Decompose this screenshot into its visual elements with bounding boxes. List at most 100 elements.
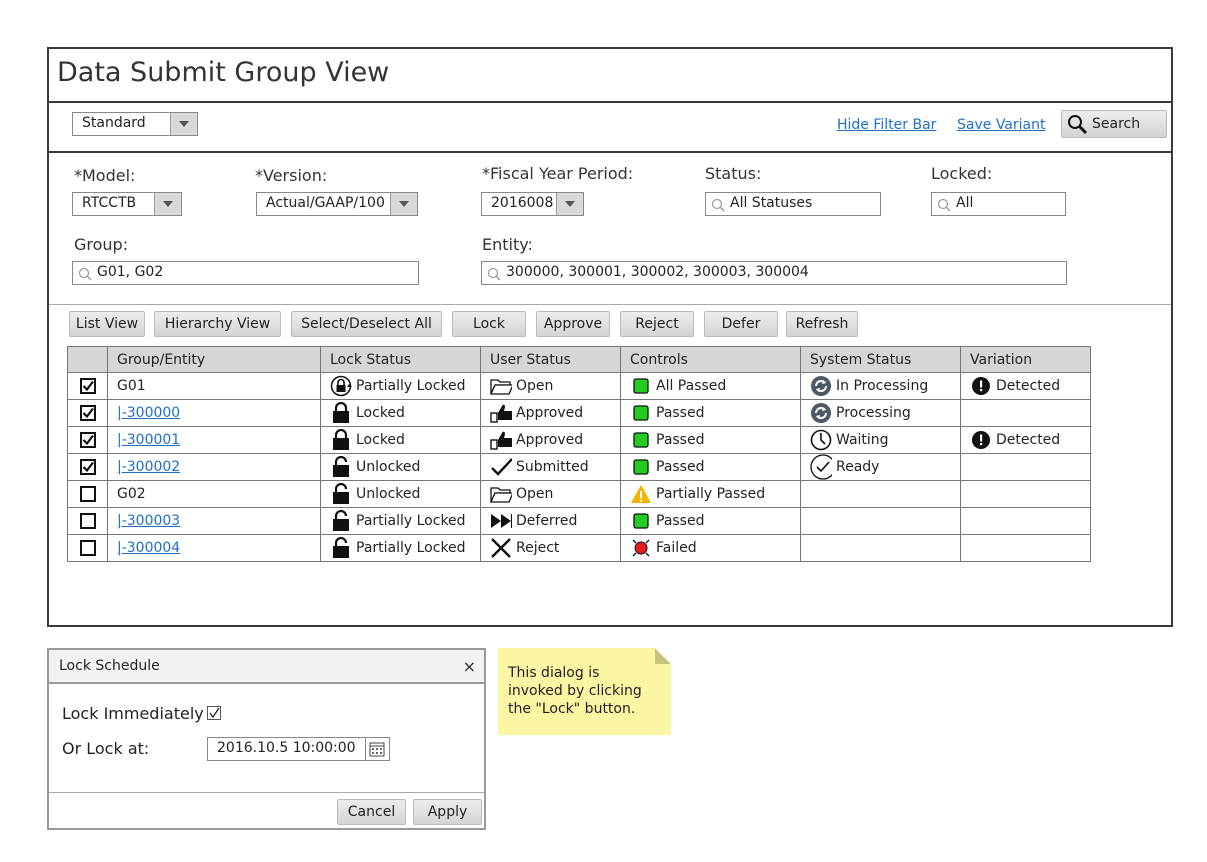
table-header-row: Group/Entity Lock Status User Status Con…	[67, 346, 1091, 373]
close-icon[interactable]: ×	[463, 657, 476, 676]
table-row[interactable]: G02 Unlocked Open Partially Passed	[67, 480, 1091, 508]
header-group-entity[interactable]: Group/Entity	[107, 346, 321, 373]
note-text: This dialog is invoked by clicking the "…	[508, 665, 642, 717]
hierarchy-view-button[interactable]: Hierarchy View	[154, 311, 281, 337]
entity-link[interactable]: |-300000	[117, 405, 180, 421]
cancel-button[interactable]: Cancel	[337, 799, 406, 825]
lock-status-text: Locked	[356, 405, 405, 421]
entity-input[interactable]: 300000, 300001, 300002, 300003, 300004	[481, 261, 1067, 285]
approve-button[interactable]: Approve	[536, 311, 610, 337]
entity-link[interactable]: |-300002	[117, 459, 180, 475]
lock-status-text: Locked	[356, 432, 405, 448]
status-input[interactable]: All Statuses	[705, 192, 881, 216]
calendar-icon[interactable]	[365, 738, 389, 760]
green-square-icon	[630, 459, 652, 475]
lock-status-cell: Partially Locked	[320, 507, 481, 535]
controls-text: Passed	[656, 459, 705, 475]
table-row[interactable]: |-300004 Partially Locked Reject Failed	[67, 534, 1091, 562]
header-controls[interactable]: Controls	[620, 346, 801, 373]
list-view-button[interactable]: List View	[69, 311, 145, 337]
row-checkbox[interactable]	[79, 378, 96, 394]
lock-status-text: Partially Locked	[356, 513, 466, 529]
lock-icon	[330, 402, 352, 424]
entity-link[interactable]: |-300001	[117, 432, 180, 448]
user-status-cell: Open	[480, 480, 621, 508]
chevron-down-icon[interactable]	[556, 193, 583, 215]
table-row[interactable]: G01 Partially Locked Open All Passed In …	[67, 372, 1091, 400]
search-icon	[937, 198, 951, 212]
lock-status-cell: Partially Locked	[320, 534, 481, 562]
chevron-down-icon[interactable]	[154, 193, 181, 215]
warning-icon	[630, 484, 652, 504]
row-checkbox[interactable]	[79, 459, 96, 475]
thumbs-up-icon	[490, 430, 512, 450]
row-checkbox[interactable]	[79, 486, 96, 502]
table-row[interactable]: |-300003 Partially Locked Deferred Passe…	[67, 507, 1091, 535]
header-user-status[interactable]: User Status	[480, 346, 621, 373]
reject-button[interactable]: Reject	[620, 311, 694, 337]
refresh-button[interactable]: Refresh	[786, 311, 858, 337]
system-status-cell: Waiting	[800, 426, 961, 454]
controls-cell: Passed	[620, 453, 801, 481]
group-input[interactable]: G01, G02	[72, 261, 419, 285]
check-circle-icon	[810, 454, 832, 480]
user-status-text: Approved	[516, 405, 584, 421]
row-checkbox[interactable]	[79, 513, 96, 529]
table-row[interactable]: |-300000 Locked Approved Passed Processi…	[67, 399, 1091, 427]
model-dropdown[interactable]: RTCCTB	[72, 192, 182, 216]
variation-cell	[960, 480, 1091, 508]
variation-cell	[960, 453, 1091, 481]
save-variant-link[interactable]: Save Variant	[957, 117, 1045, 133]
header-lock-status[interactable]: Lock Status	[320, 346, 481, 373]
header-variation[interactable]: Variation	[960, 346, 1091, 373]
lock-button[interactable]: Lock	[452, 311, 526, 337]
entity-link[interactable]: |-300003	[117, 513, 180, 529]
chevron-down-icon[interactable]	[390, 193, 417, 215]
locked-value: All	[956, 195, 974, 211]
row-checkbox[interactable]	[79, 540, 96, 556]
system-status-text: Ready	[836, 459, 880, 475]
table-row[interactable]: |-300001 Locked Approved Passed Waiting …	[67, 426, 1091, 454]
datetime-input[interactable]: 2016.10.5 10:00:00	[207, 737, 390, 761]
select-deselect-all-button[interactable]: Select/Deselect All	[291, 311, 442, 337]
fiscal-period-dropdown[interactable]: 2016008	[481, 192, 584, 216]
divider	[49, 101, 1171, 103]
controls-text: Passed	[656, 513, 705, 529]
header-system-status[interactable]: System Status	[800, 346, 961, 373]
variation-cell	[960, 507, 1091, 535]
hide-filter-bar-link[interactable]: Hide Filter Bar	[837, 117, 936, 133]
apply-button[interactable]: Apply	[413, 799, 482, 825]
entity-link[interactable]: |-300004	[117, 540, 180, 556]
lock-immediately-checkbox[interactable]	[207, 706, 221, 720]
group-entity-cell: |-300000	[107, 399, 321, 427]
row-checkbox[interactable]	[79, 432, 96, 448]
group-label: G02	[117, 486, 146, 502]
system-status-cell: Ready	[800, 453, 961, 481]
folder-open-icon	[490, 377, 512, 395]
search-icon	[711, 198, 725, 212]
variant-dropdown[interactable]: Standard	[72, 112, 198, 136]
locked-input[interactable]: All	[931, 192, 1066, 216]
row-select-cell	[67, 480, 108, 508]
table-row[interactable]: |-300002 Unlocked Submitted Passed Ready	[67, 453, 1091, 481]
system-status-cell: Processing	[800, 399, 961, 427]
datetime-value: 2016.10.5 10:00:00	[217, 740, 356, 756]
controls-text: Passed	[656, 432, 705, 448]
version-label: *Version:	[255, 166, 328, 185]
defer-button[interactable]: Defer	[704, 311, 778, 337]
fiscal-period-label: *Fiscal Year Period:	[482, 164, 634, 183]
lock-schedule-dialog: Lock Schedule × Lock Immediately Or Lock…	[47, 648, 486, 830]
row-checkbox[interactable]	[79, 405, 96, 421]
system-status-cell	[800, 480, 961, 508]
unlock-icon	[330, 510, 352, 532]
group-entity-cell: G02	[107, 480, 321, 508]
dialog-title: Lock Schedule	[59, 658, 160, 674]
chevron-down-icon[interactable]	[170, 113, 197, 135]
processing-icon	[810, 402, 832, 424]
data-table: Group/Entity Lock Status User Status Con…	[67, 346, 1091, 562]
sticky-note: This dialog is invoked by clicking the "…	[498, 648, 671, 735]
lock-status-text: Partially Locked	[356, 540, 466, 556]
lock-status-cell: Partially Locked	[320, 372, 481, 400]
version-dropdown[interactable]: Actual/GAAP/100	[256, 192, 418, 216]
search-button[interactable]: Search	[1061, 110, 1167, 138]
